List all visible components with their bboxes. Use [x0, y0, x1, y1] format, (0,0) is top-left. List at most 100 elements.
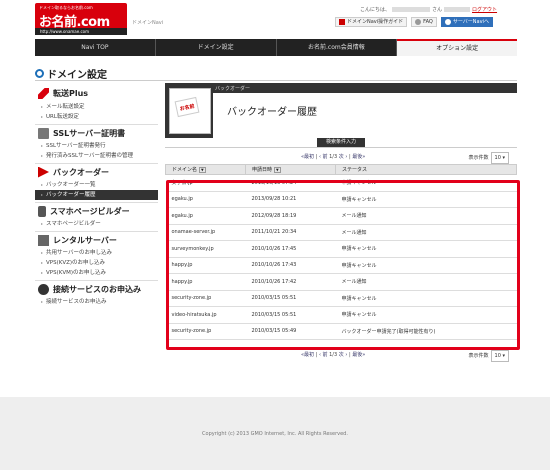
status-cell: バックオーダー申請完了(取得可能性有り)	[335, 323, 517, 340]
table-row: egaku.jp 2012/09/28 18:19 メール通知	[165, 207, 517, 225]
bird-icon	[444, 19, 451, 25]
sidebar-item-shared-server[interactable]: 共用サーバーのお申し込み	[35, 248, 158, 258]
sort-icon[interactable]: ▼	[199, 167, 206, 173]
table-body: 女子会.jp 2013/10/13 07:24 申請キャンセル egaku.jp 201…	[165, 174, 517, 340]
arrow-icon	[38, 88, 49, 99]
column-label: 申請日時	[252, 167, 273, 173]
table-row: 女子会.jp 2013/10/13 07:24 申請キャンセル	[165, 174, 517, 192]
sidebar-item-backorder-history[interactable]: バックオーダー履歴	[35, 190, 158, 200]
column-status: ステータス	[335, 164, 517, 175]
page-indicator: 1/3	[329, 154, 338, 160]
sidebar-item-backorder-list[interactable]: バックオーダー一覧	[35, 180, 158, 190]
date-cell: 2013/10/13 07:24	[245, 174, 336, 192]
greeting-prefix: こんにちは、	[360, 7, 391, 13]
status-cell: 申請キャンセル	[335, 240, 517, 258]
sidebar-section-smartphone[interactable]: スマホページビルダー	[35, 202, 158, 219]
sidebar-section-rental-server[interactable]: レンタルサーバー	[35, 231, 158, 248]
greeting: こんにちは、 さん ログアウト	[360, 6, 497, 13]
backorder-icon	[38, 166, 49, 178]
domain-cell: surveymonkey.jp	[165, 240, 246, 258]
sidebar-item-mail-forward[interactable]: メール転送設定	[35, 102, 158, 112]
sidebar-item-connection-apply[interactable]: 接続サービスのお申込み	[35, 297, 158, 307]
pagination-links: «最初 | ‹ 前 1/3 次 › | 最後»	[301, 154, 366, 160]
status-cell: 申請キャンセル	[335, 191, 517, 208]
faq-label: FAQ	[423, 19, 433, 25]
domain-cell: onamae-server.jp	[165, 224, 246, 241]
table-row: surveymonkey.jp 2010/10/26 17:45 申請キャンセル	[165, 240, 517, 258]
search-conditions-button[interactable]: 検索条件入力	[317, 138, 365, 147]
page-title: ドメイン設定	[35, 66, 107, 81]
next-page-link[interactable]: 次 ›	[339, 154, 348, 160]
sidebar-section-backorder[interactable]: バックオーダー	[35, 163, 158, 180]
sidebar-item-ssl-manage[interactable]: 発行済みSSLサーバー証明書の管理	[35, 151, 158, 161]
sidebar-item-url-forward[interactable]: URL転送設定	[35, 112, 158, 122]
server-navi-button[interactable]: サーバーNaviへ	[440, 17, 493, 27]
section-header: お名前 バックオーダー バックオーダー履歴	[165, 83, 517, 138]
pagination-top: «最初 | ‹ 前 1/3 次 › | 最後» 表示件数 10 ▾	[165, 152, 517, 164]
section-title: バックオーダー履歴	[227, 107, 317, 118]
date-cell: 2010/03/15 05:49	[245, 323, 336, 340]
status-cell: 申請キャンセル	[335, 257, 517, 274]
page-indicator: 1/3	[329, 352, 338, 358]
table-row: video-hiratsuka.jp 2010/03/15 05:51 申請キャンセ…	[165, 306, 517, 324]
date-cell: 2012/09/28 18:19	[245, 207, 336, 225]
sidebar-item-vps-kvm[interactable]: VPS(KVM)のお申し込み	[35, 268, 158, 278]
display-count: 表示件数 10 ▾	[469, 350, 509, 362]
display-count-select[interactable]: 10 ▾	[490, 350, 509, 362]
faq-button[interactable]: FAQ	[411, 17, 437, 27]
first-page-link[interactable]: «最初	[301, 154, 314, 160]
sidebar-section-ssl[interactable]: SSLサーバー証明書	[35, 124, 158, 141]
column-date[interactable]: 申請日時 ▼	[245, 164, 336, 175]
guide-button[interactable]: ドメインNavi操作ガイド	[335, 17, 408, 27]
sidebar-item-smartphone-builder[interactable]: スマホページビルダー	[35, 219, 158, 229]
last-page-link[interactable]: 最後»	[352, 154, 365, 160]
table-row: happy.jp 2010/10/26 17:43 申請キャンセル	[165, 257, 517, 274]
date-cell: 2011/10/21 20:34	[245, 224, 336, 241]
tab-domain-settings[interactable]: ドメイン設定	[156, 39, 277, 56]
backorder-thumbnail: お名前	[169, 88, 211, 134]
footer: Copyright (c) 2013 GMO Internet, Inc. Al…	[0, 397, 550, 470]
next-page-link[interactable]: 次 ›	[339, 352, 348, 358]
guide-label: ドメインNavi操作ガイド	[347, 19, 404, 25]
domain-navi-label: ドメインNavi	[132, 20, 164, 26]
sidebar-item-vps-kvz[interactable]: VPS(KVZ)のお申し込み	[35, 258, 158, 268]
page-title-text: ドメイン設定	[47, 70, 107, 81]
prev-page-link[interactable]: ‹ 前	[319, 352, 328, 358]
last-page-link[interactable]: 最後»	[352, 352, 365, 358]
tab-member-info[interactable]: お名前.com会員情報	[277, 39, 398, 56]
table-row: onamae-server.jp 2011/10/21 20:34 メール通知	[165, 224, 517, 241]
user-name-redacted	[392, 7, 431, 12]
domain-cell: 女子会.jp	[165, 174, 246, 192]
logout-link[interactable]: ログアウト	[472, 7, 497, 13]
display-count: 表示件数 10 ▾	[469, 152, 509, 164]
connection-icon	[38, 283, 49, 295]
book-icon	[339, 19, 345, 25]
server-navi-label: サーバーNaviへ	[452, 19, 489, 25]
circle-icon	[35, 69, 44, 78]
sidebar-section-title: バックオーダー	[53, 167, 109, 177]
sidebar-item-ssl-issue[interactable]: SSLサーバー証明書発行	[35, 141, 158, 151]
certificate-icon	[38, 127, 49, 139]
status-cell: 申請キャンセル	[335, 290, 517, 307]
prev-page-link[interactable]: ‹ 前	[319, 154, 328, 160]
domain-cell: happy.jp	[165, 257, 246, 274]
sort-icon[interactable]: ▼	[274, 167, 281, 173]
display-count-select[interactable]: 10 ▾	[490, 152, 509, 164]
divider	[35, 80, 517, 81]
main-content: お名前 バックオーダー バックオーダー履歴 検索条件入力 «最初 | ‹ 前 1…	[165, 83, 517, 362]
smartphone-icon	[38, 205, 46, 217]
onamae-logo[interactable]: ドメイン取るならお名前.com お名前.com http://www.onama…	[35, 3, 127, 35]
header-buttons: ドメインNavi操作ガイド FAQ サーバーNaviへ	[335, 17, 493, 27]
question-icon	[415, 19, 422, 25]
status-cell: 申請キャンセル	[335, 306, 517, 324]
tab-option-settings[interactable]: オプション設定	[397, 39, 517, 56]
sidebar-section-transfer-plus[interactable]: 転送Plus	[35, 85, 158, 102]
sidebar-section-connection[interactable]: 接続サービスのお申込み	[35, 280, 158, 297]
tab-navi-top[interactable]: Navi TOP	[35, 39, 156, 56]
column-domain[interactable]: ドメイン名 ▼	[165, 164, 246, 175]
column-label: ステータス	[342, 167, 368, 173]
copyright: Copyright (c) 2013 GMO Internet, Inc. Al…	[202, 431, 348, 437]
first-page-link[interactable]: «最初	[301, 352, 314, 358]
logo-url: http://www.onamae.com	[35, 28, 127, 35]
table-row: security-zone.jp 2010/03/15 05:49 バックオーダー申…	[165, 323, 517, 340]
